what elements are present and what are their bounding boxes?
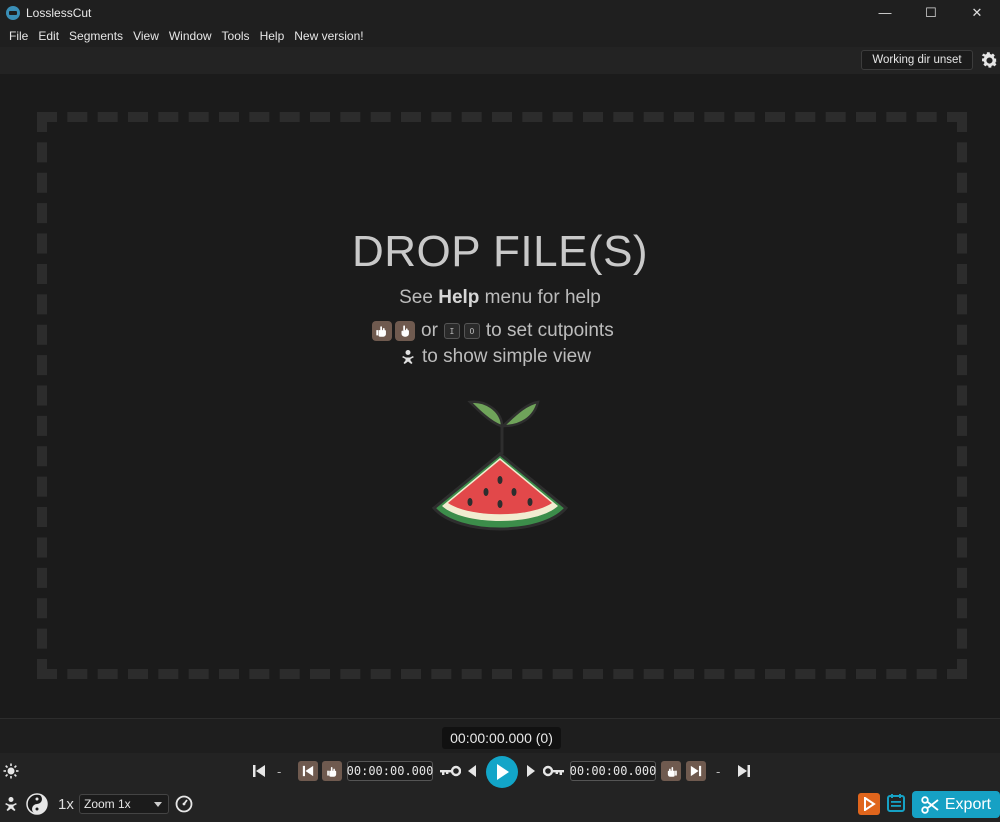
- playback-rate[interactable]: 1x: [58, 796, 74, 813]
- simple-view-hint: to show simple view: [400, 346, 591, 368]
- export-button[interactable]: Export: [912, 791, 1000, 818]
- settings-button[interactable]: [979, 50, 1000, 71]
- set-keyframe-start-button[interactable]: [438, 762, 462, 780]
- step-forward-icon: [527, 765, 535, 777]
- maximize-button[interactable]: ☐: [908, 0, 954, 25]
- sun-gear-icon: [3, 763, 19, 779]
- close-button[interactable]: ✕: [954, 0, 1000, 25]
- play-outline-icon: [864, 797, 876, 811]
- bottom-controls: - 00:00:00.000 00:00:00.000 - 1x Zoom 1x: [0, 753, 1000, 822]
- working-dir-button[interactable]: Working dir unset: [861, 50, 973, 70]
- zoom-select[interactable]: Zoom 1x: [79, 794, 169, 814]
- simple-mode-button[interactable]: [2, 794, 20, 814]
- window-title: LosslessCut: [26, 5, 92, 20]
- menu-tools[interactable]: Tools: [217, 29, 255, 43]
- dash-left: -: [277, 764, 282, 779]
- scissors-icon: [921, 795, 939, 814]
- play-button[interactable]: [486, 756, 518, 788]
- hand-end-icon: [667, 766, 677, 777]
- window-controls: — ☐ ✕: [862, 0, 1000, 25]
- skip-end-icon: [738, 765, 750, 777]
- cut-start-time-input[interactable]: 00:00:00.000: [347, 761, 433, 781]
- jump-to-start-button[interactable]: [251, 762, 267, 780]
- key-i: I: [443, 323, 460, 339]
- timeline-mode-button[interactable]: [174, 794, 194, 814]
- gear-icon: [981, 52, 998, 68]
- watermelon-icon: [430, 396, 570, 546]
- segments-list-button[interactable]: [885, 792, 907, 814]
- help-hint-prefix: See: [399, 287, 439, 308]
- top-toolbar: Working dir unset: [0, 47, 1000, 74]
- step-forward-button[interactable]: [524, 762, 538, 780]
- simple-view-text: to show simple view: [422, 346, 591, 367]
- menu-window[interactable]: Window: [164, 29, 217, 43]
- drop-title: DROP FILE(S): [351, 227, 649, 276]
- key-icon: [440, 765, 461, 777]
- jump-cut-end-button[interactable]: [686, 761, 706, 781]
- chevron-down-icon: [154, 802, 162, 807]
- minimize-button[interactable]: —: [862, 0, 908, 25]
- skip-start-icon: [253, 765, 265, 777]
- hand-start-icon: [326, 766, 336, 777]
- timeline[interactable]: 00:00:00.000 (0): [0, 718, 1000, 753]
- cutpoint-hint: or I O to set cutpoints: [372, 320, 614, 342]
- yin-yang-icon: [26, 793, 48, 815]
- jump-to-end-button[interactable]: [736, 762, 752, 780]
- timeline-settings-button[interactable]: [2, 762, 20, 780]
- set-cut-start-icon: [372, 321, 392, 341]
- export-label: Export: [944, 795, 992, 813]
- set-keyframe-end-button[interactable]: [542, 762, 566, 780]
- step-back-button[interactable]: [465, 762, 479, 780]
- title-bar: LosslessCut — ☐ ✕: [0, 0, 1000, 25]
- export-mode-button[interactable]: [858, 793, 880, 815]
- dash-right: -: [716, 764, 721, 779]
- cutpoint-text: to set cutpoints: [485, 320, 614, 341]
- menu-help[interactable]: Help: [255, 29, 290, 43]
- play-icon: [497, 764, 509, 780]
- skip-cut-start-icon: [302, 765, 314, 777]
- menu-view[interactable]: View: [128, 29, 164, 43]
- baby-icon: [402, 350, 414, 364]
- key-icon: [543, 765, 564, 777]
- menu-file[interactable]: File: [4, 29, 33, 43]
- gauge-icon: [175, 795, 193, 813]
- menu-bar: File Edit Segments View Window Tools Hel…: [0, 25, 1000, 47]
- key-o: O: [463, 323, 480, 339]
- zoom-value: Zoom 1x: [84, 797, 131, 811]
- cutpoint-or: or: [421, 320, 438, 341]
- main-area[interactable]: DROP FILE(S) See Help menu for help or I…: [0, 74, 1000, 718]
- skip-cut-end-icon: [690, 765, 702, 777]
- menu-new-version[interactable]: New version!: [289, 29, 368, 43]
- baby-icon: [5, 797, 17, 811]
- set-cut-end-icon: [395, 321, 415, 341]
- help-hint: See Help menu for help: [0, 287, 1000, 309]
- app-logo-icon: [6, 5, 20, 20]
- help-hint-bold: Help: [438, 287, 480, 308]
- current-time-display: 00:00:00.000 (0): [442, 727, 561, 749]
- set-cut-end-button[interactable]: [661, 761, 681, 781]
- jump-cut-start-button[interactable]: [298, 761, 318, 781]
- menu-edit[interactable]: Edit: [33, 29, 64, 43]
- help-hint-suffix: menu for help: [479, 287, 601, 308]
- calendar-list-icon: [887, 794, 905, 812]
- step-back-icon: [468, 765, 476, 777]
- cut-end-time-input[interactable]: 00:00:00.000: [570, 761, 656, 781]
- dark-mode-toggle[interactable]: [26, 793, 48, 815]
- set-cut-start-button[interactable]: [322, 761, 342, 781]
- menu-segments[interactable]: Segments: [64, 29, 128, 43]
